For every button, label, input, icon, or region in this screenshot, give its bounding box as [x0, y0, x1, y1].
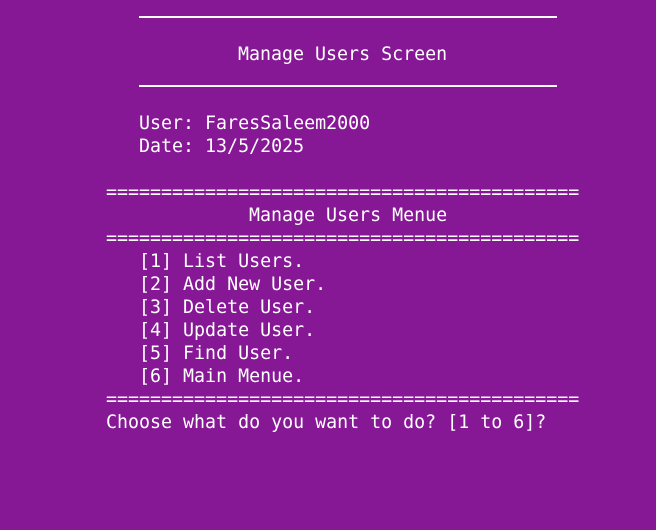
menu-item-key: [3]: [139, 297, 173, 318]
menu-separator-top: ========================================…: [106, 182, 580, 203]
menu-item-key: [5]: [139, 343, 173, 364]
menu-item-label: Update User.: [183, 320, 316, 341]
menu-item-delete-user[interactable]: [3] Delete User.: [139, 296, 315, 319]
menu-item-key: [1]: [139, 251, 173, 272]
menu-item-update-user[interactable]: [4] Update User.: [139, 319, 315, 342]
date-label: Date:: [139, 136, 206, 157]
user-label: User:: [139, 113, 206, 134]
menu-item-key: [4]: [139, 320, 173, 341]
menu-item-label: Main Menue.: [183, 366, 305, 387]
menu-title: Manage Users Menue: [249, 205, 448, 226]
user-info: User: FaresSaleem2000: [139, 112, 370, 135]
menu-item-find-user[interactable]: [5] Find User.: [139, 342, 293, 365]
menu-item-label: Find User.: [183, 343, 294, 364]
menu-item-label: Add New User.: [183, 274, 327, 295]
menu-item-main-menu[interactable]: [6] Main Menue.: [139, 365, 304, 388]
menu-separator-middle: ========================================…: [106, 228, 580, 249]
screen-title: Manage Users Screen: [238, 44, 448, 65]
menu-item-label: List Users.: [183, 251, 305, 272]
header-top-rule: [139, 16, 557, 18]
menu-item-label: Delete User.: [183, 297, 316, 318]
header-bottom-rule: [139, 85, 557, 87]
menu-item-key: [6]: [139, 366, 173, 387]
menu-separator-bottom: ========================================…: [106, 389, 580, 410]
menu-item-key: [2]: [139, 274, 173, 295]
choice-prompt[interactable]: Choose what do you want to do? [1 to 6]?: [106, 411, 546, 434]
menu-item-add-user[interactable]: [2] Add New User.: [139, 273, 326, 296]
date-info: Date: 13/5/2025: [139, 135, 304, 158]
console-window: Manage Users Screen User: FaresSaleem200…: [0, 0, 656, 530]
date-value: 13/5/2025: [205, 136, 305, 157]
user-value: FaresSaleem2000: [205, 113, 371, 134]
menu-item-list-users[interactable]: [1] List Users.: [139, 250, 304, 273]
